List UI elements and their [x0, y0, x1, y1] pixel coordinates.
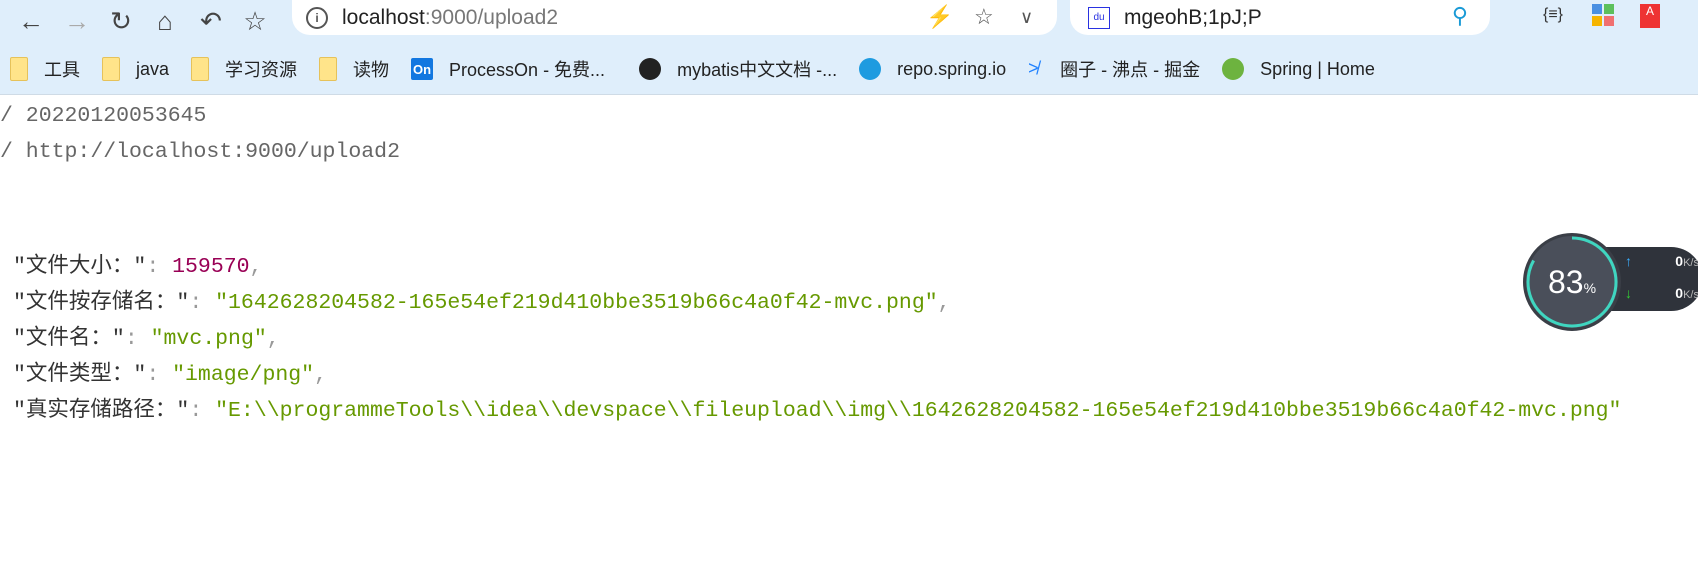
- folder-icon: [102, 57, 120, 81]
- address-bar[interactable]: i localhost:9000/upload2 ⚡ ☆ ∨: [292, 0, 1057, 35]
- folder-icon: [191, 57, 210, 81]
- json-entry-size: "文件大小：": 159570,: [13, 255, 263, 279]
- bookmark-repo-spring[interactable]: repo.spring.io: [859, 58, 1006, 80]
- bookmark-tools[interactable]: 工具: [10, 56, 80, 82]
- bookmark-mybatis[interactable]: mybatis中文文档 -...: [639, 56, 837, 82]
- globe-icon: [859, 58, 882, 80]
- bookmark-star-icon[interactable]: ☆: [974, 4, 994, 30]
- chevron-down-icon[interactable]: ∨: [1020, 7, 1033, 28]
- star-icon[interactable]: ☆: [238, 4, 272, 38]
- arrow-down-icon: ↓: [1625, 285, 1632, 301]
- json-entry-path: "真实存储路径：": "E:\\programmeTools\\idea\\de…: [13, 399, 1622, 423]
- search-box[interactable]: du mgeohB;1pJ;P ⚲: [1070, 0, 1490, 35]
- url-line: / http://localhost:9000/upload2: [0, 140, 400, 164]
- search-input[interactable]: mgeohB;1pJ;P: [1124, 6, 1262, 30]
- timestamp-line: / 20220120053645: [0, 104, 207, 128]
- info-icon[interactable]: i: [306, 6, 328, 29]
- memory-usage-gauge: 83%: [1523, 233, 1621, 331]
- search-icon[interactable]: ⚲: [1452, 3, 1468, 29]
- processon-icon: On: [411, 58, 434, 80]
- json-viewer-icon[interactable]: {≡}: [1543, 6, 1563, 24]
- apps-grid-icon[interactable]: [1592, 4, 1614, 26]
- mybatis-bird-icon: [639, 58, 662, 80]
- bookmark-spring-home[interactable]: Spring | Home: [1222, 58, 1375, 80]
- back-icon[interactable]: ←: [14, 4, 48, 38]
- folder-icon: [319, 57, 338, 81]
- json-entry-stored-name: "文件按存储名：": "1642628204582-165e54ef219d41…: [13, 291, 951, 315]
- json-entry-type: "文件类型：": "image/png",: [13, 363, 327, 387]
- arrow-up-icon: ↑: [1625, 253, 1632, 269]
- home-icon[interactable]: ⌂: [148, 4, 182, 38]
- folder-icon: [10, 57, 28, 81]
- lightning-icon[interactable]: ⚡: [926, 4, 953, 30]
- bookmark-juejin[interactable]: ≯ 圈子 - 沸点 - 掘金: [1028, 56, 1200, 82]
- bookmark-learning[interactable]: 学习资源: [191, 56, 297, 82]
- spring-leaf-icon: [1222, 58, 1245, 80]
- json-entry-filename: "文件名：": "mvc.png",: [13, 327, 280, 351]
- upload-speed: ↑ 0K/s: [1625, 253, 1698, 269]
- reload-icon[interactable]: ↻: [104, 4, 138, 38]
- bookmark-processon[interactable]: On ProcessOn - 免费...: [411, 56, 605, 82]
- gauge-ring: [1526, 236, 1618, 328]
- address-input[interactable]: localhost:9000/upload2: [342, 6, 558, 30]
- baidu-icon[interactable]: du: [1088, 6, 1110, 29]
- bookmark-java[interactable]: java: [102, 57, 169, 81]
- browser-toolbar: ← → ↻ ⌂ ↶ ☆ i localhost:9000/upload2 ⚡ ☆…: [0, 0, 1698, 44]
- download-speed: ↓ 0K/s: [1625, 285, 1698, 301]
- undo-icon[interactable]: ↶: [194, 4, 228, 38]
- bookmarks-bar: 工具 java 学习资源 读物 On ProcessOn - 免费... myba…: [0, 44, 1698, 95]
- pdf-icon[interactable]: A: [1640, 4, 1660, 28]
- bookmark-reading[interactable]: 读物: [319, 56, 389, 82]
- juejin-icon: ≯: [1028, 58, 1039, 78]
- forward-icon[interactable]: →: [60, 4, 94, 38]
